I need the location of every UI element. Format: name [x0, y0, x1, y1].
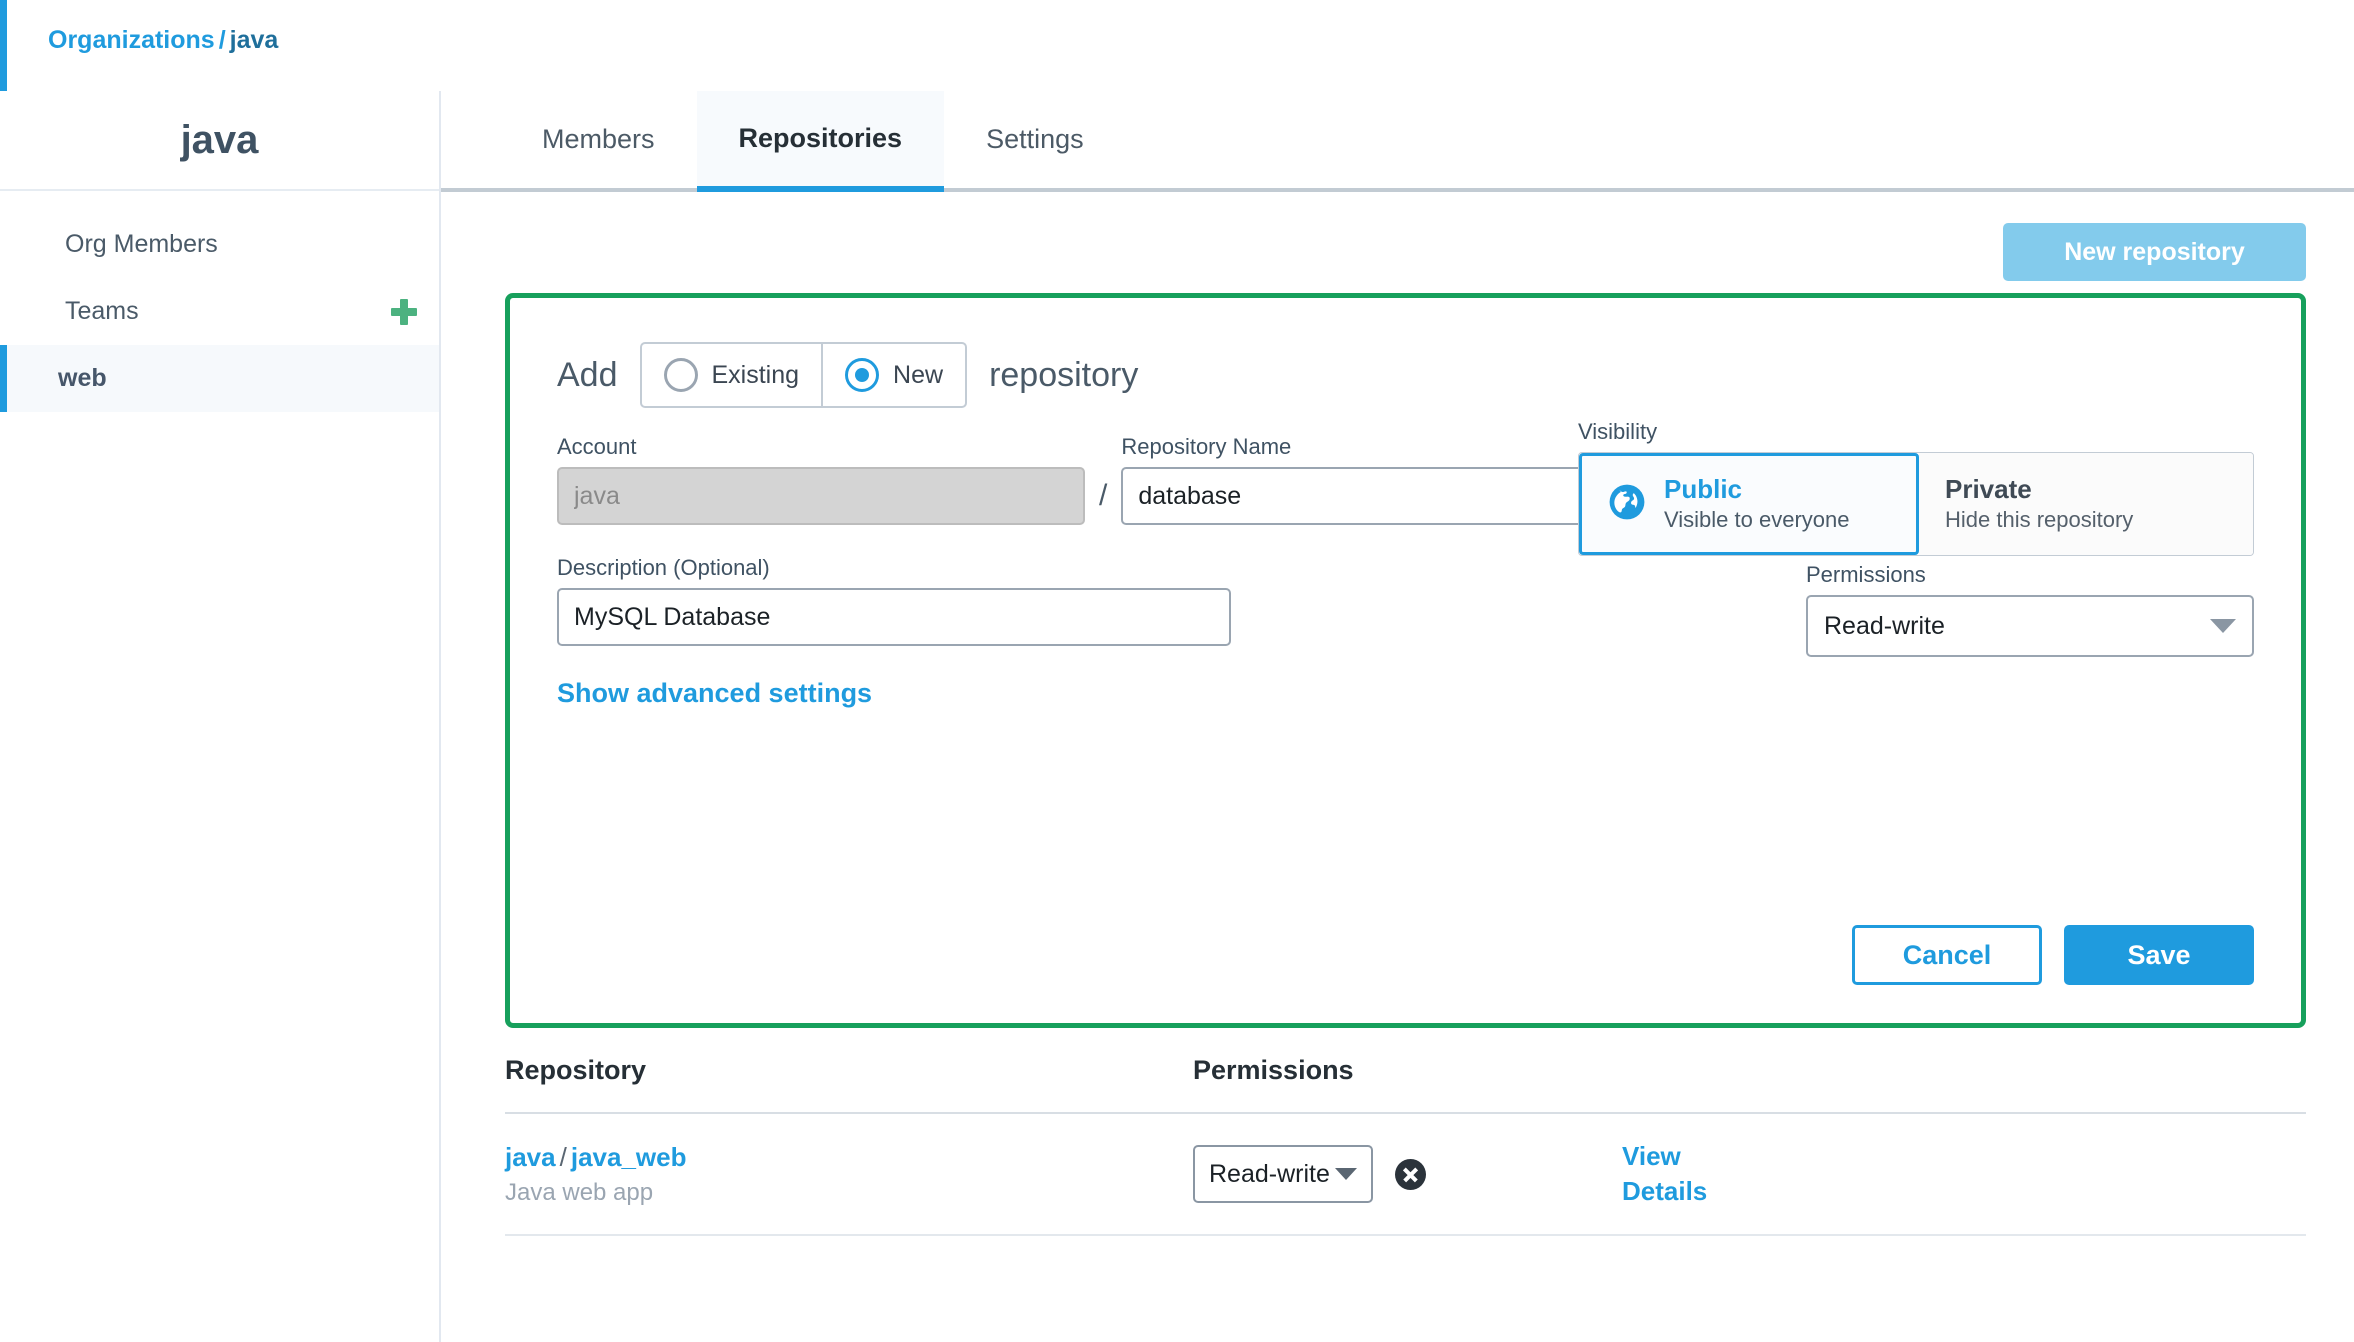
save-button[interactable]: Save	[2064, 925, 2254, 985]
table-row: java / java_web Java web app Read-write Vi…	[505, 1114, 2306, 1236]
visibility-option-public[interactable]: Public Visible to everyone	[1579, 453, 1919, 555]
repository-name-input[interactable]	[1121, 467, 1607, 525]
repository-name-label: Repository Name	[1121, 434, 1292, 459]
page-root: Organizations / java java Org Members Team…	[0, 0, 2354, 1342]
description-input[interactable]	[557, 588, 1231, 646]
permissions-field-group: Permissions Read-write	[1806, 562, 2254, 657]
row-permissions-value: Read-write	[1209, 1159, 1330, 1188]
sidebar-item-teams[interactable]: Teams	[0, 278, 439, 345]
repository-description: Java web app	[505, 1178, 654, 1206]
radio-option-new[interactable]: New	[821, 344, 965, 406]
breadcrumb-separator: /	[218, 26, 226, 54]
repository-owner-link[interactable]: java	[505, 1142, 556, 1172]
description-label: Description (Optional)	[557, 555, 770, 580]
cancel-button[interactable]: Cancel	[1852, 925, 2042, 985]
account-input	[557, 467, 1085, 525]
visibility-option-private[interactable]: Private Hide this repository	[1919, 453, 2253, 555]
visibility-option-text: Private Hide this repository	[1945, 474, 2133, 535]
row-permissions-select[interactable]: Read-write	[1193, 1145, 1373, 1203]
tab-settings[interactable]: Settings	[944, 91, 1126, 192]
view-details-line-1: View	[1622, 1140, 1681, 1171]
repository-name-link[interactable]: java_web	[571, 1142, 687, 1172]
sidebar-item-label: web	[58, 364, 107, 392]
plus-icon[interactable]	[391, 298, 417, 325]
account-label: Account	[557, 434, 637, 459]
visibility-option-text: Public Visible to everyone	[1664, 474, 1850, 535]
visibility-option-group: Public Visible to everyone Private Hide …	[1578, 452, 2254, 556]
repository-name-field-group: Repository Name	[1121, 434, 1607, 525]
permissions-selected-value: Read-write	[1824, 611, 1945, 640]
breadcrumb: Organizations / java	[48, 26, 278, 55]
view-details-line-2: Details	[1622, 1176, 1708, 1206]
radio-option-label: Existing	[711, 360, 800, 389]
org-title: java	[180, 117, 259, 162]
sidebar-item-web[interactable]: web	[0, 345, 439, 412]
tab-members[interactable]: Members	[500, 91, 697, 192]
new-repository-button[interactable]: New repository	[2003, 223, 2306, 281]
breadcrumb-current-org: java	[229, 26, 279, 54]
description-field-group: Description (Optional)	[557, 555, 1231, 646]
repository-name: java / java_web	[505, 1142, 1193, 1173]
remove-repository-icon[interactable]	[1395, 1158, 1426, 1190]
toolbar-row: New repository	[441, 192, 2354, 293]
account-field-group: Account	[557, 434, 1085, 525]
tab-bar: Members Repositories Settings	[441, 91, 2354, 192]
add-repository-panel-inner: Add Existing New repository Account java…	[510, 298, 2301, 1023]
globe-icon	[1608, 483, 1646, 526]
column-header-repository: Repository	[505, 1054, 647, 1085]
radio-circle-icon[interactable]	[663, 358, 698, 392]
sidebar-item-label: Teams	[65, 297, 139, 325]
repository-table: Repository Permissions java / java_web Jav…	[505, 1028, 2306, 1236]
show-advanced-settings-link[interactable]: Show advanced settings	[557, 678, 872, 709]
add-prefix-label: Add	[557, 355, 618, 394]
visibility-option-title: Private	[1945, 473, 2032, 504]
add-repository-panel: Add Existing New repository Account java…	[505, 293, 2306, 1028]
visibility-option-subtitle: Hide this repository	[1945, 506, 2134, 532]
add-mode-row: Add Existing New repository	[557, 340, 2254, 410]
org-title-block: java	[0, 91, 439, 191]
add-suffix-label: repository	[989, 355, 1139, 394]
chevron-down-icon	[1335, 1168, 1357, 1180]
repository-cell: java / java_web Java web app	[505, 1142, 1193, 1207]
sidebar-nav: Org Members Teams web	[0, 191, 439, 412]
sidebar: java Org Members Teams web	[0, 91, 441, 1342]
permissions-select[interactable]: Read-write	[1806, 595, 2254, 657]
tab-repositories[interactable]: Repositories	[696, 91, 945, 192]
sidebar-item-label: Org Members	[65, 230, 218, 258]
repository-table-header: Repository Permissions	[505, 1028, 2306, 1114]
radio-option-label: New	[893, 360, 944, 389]
repository-mode-radio-group: Existing New	[639, 342, 968, 408]
repository-path-separator: /	[559, 1141, 567, 1172]
main-content: Members Repositories Settings New reposi…	[441, 91, 2354, 1342]
column-header-permissions: Permissions	[1193, 1054, 1354, 1085]
radio-option-existing[interactable]: Existing	[642, 344, 822, 406]
sidebar-item-org-members[interactable]: Org Members	[0, 211, 439, 278]
visibility-option-title: Public	[1664, 473, 1743, 504]
visibility-label: Visibility	[1578, 419, 1658, 444]
view-details-link[interactable]: View Details	[1622, 1139, 1762, 1209]
panel-actions: Cancel Save	[1852, 925, 2254, 985]
breadcrumb-bar: Organizations / java	[0, 0, 2354, 91]
permissions-cell: Read-write View Details	[1193, 1139, 2306, 1209]
radio-circle-selected-icon[interactable]	[845, 358, 880, 392]
account-repo-separator: /	[1099, 479, 1108, 512]
chevron-down-icon	[2210, 619, 2236, 633]
visibility-field-group: Visibility Public Visible to everyone Pr…	[1578, 419, 2254, 556]
permissions-label: Permissions	[1806, 562, 1926, 587]
visibility-option-subtitle: Visible to everyone	[1664, 506, 1850, 532]
breadcrumb-organizations-link[interactable]: Organizations	[48, 26, 215, 54]
